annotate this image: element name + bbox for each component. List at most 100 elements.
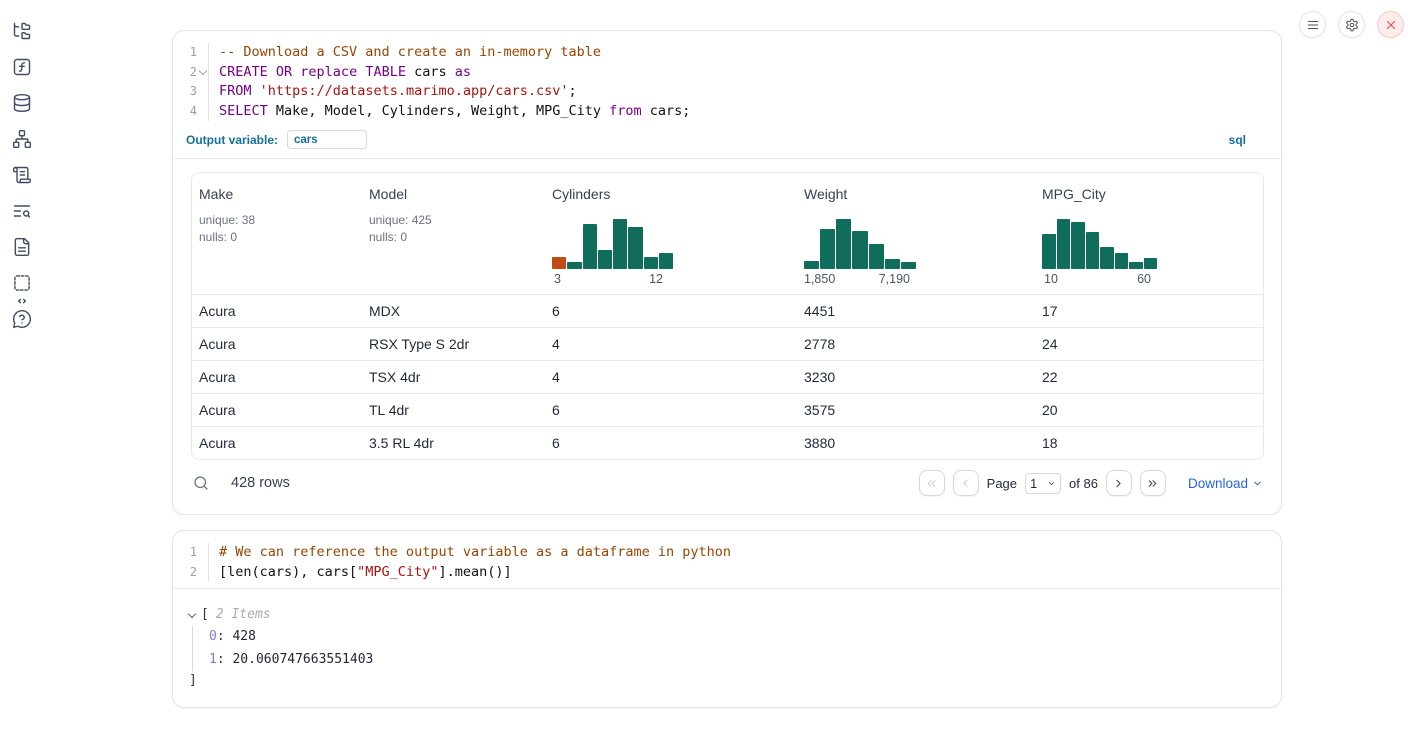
sql-cell: 1-- Download a CSV and create an in-memo… xyxy=(172,30,1282,515)
chevrons-right-icon xyxy=(1146,477,1159,490)
table-cell: 3880 xyxy=(797,435,1035,451)
last-page-button[interactable] xyxy=(1140,470,1166,496)
column-header-weight[interactable]: Weight 1,850 7,190 xyxy=(797,173,1035,294)
menu-icon xyxy=(1306,18,1320,32)
collapse-toggle-icon[interactable] xyxy=(188,609,196,617)
histogram-bar xyxy=(613,219,627,269)
code-line: 3FROM 'https://datasets.marimo.app/cars.… xyxy=(173,82,1281,102)
table-footer: 428 rows Page 1 of 86 xyxy=(191,468,1264,498)
table-cell: 22 xyxy=(1035,369,1263,385)
histogram-bar xyxy=(644,257,658,269)
histogram-bar xyxy=(1129,262,1143,269)
histogram-bar xyxy=(583,224,597,269)
column-header-model[interactable]: Model unique: 425 nulls: 0 xyxy=(362,173,545,294)
table-cell: 3575 xyxy=(797,402,1035,418)
functions-icon[interactable] xyxy=(12,57,32,77)
model-unique-stat: unique: 425 xyxy=(369,212,537,229)
search-icon[interactable] xyxy=(192,474,210,492)
settings-button[interactable] xyxy=(1338,11,1365,38)
first-page-button[interactable] xyxy=(919,470,945,496)
histogram-bar xyxy=(1100,247,1114,269)
table-cell: 4 xyxy=(545,336,797,352)
datasources-icon[interactable] xyxy=(12,93,32,113)
file-explorer-icon[interactable] xyxy=(12,21,32,41)
histogram-bar xyxy=(820,229,835,269)
table-cell: RSX Type S 2dr xyxy=(362,336,545,352)
cylinders-histogram: 3 12 xyxy=(552,217,673,286)
page-label: Page xyxy=(987,476,1017,491)
histogram-bar xyxy=(1057,219,1071,269)
line-number: 4 xyxy=(173,102,209,122)
topbar xyxy=(1299,11,1404,38)
table-of-contents-icon[interactable] xyxy=(12,201,32,221)
table-cell: TL 4dr xyxy=(362,402,545,418)
column-header-cylinders[interactable]: Cylinders 3 12 xyxy=(545,173,797,294)
dependency-graph-icon[interactable] xyxy=(12,129,32,149)
table-cell: Acura xyxy=(192,303,362,319)
table-row: AcuraMDX6445117 xyxy=(192,294,1263,327)
close-bracket: ] xyxy=(189,671,1263,691)
table-cell: 4451 xyxy=(797,303,1035,319)
line-number: 3 xyxy=(173,82,209,102)
gear-icon xyxy=(1345,18,1359,32)
data-table: Make unique: 38 nulls: 0 Model unique: 4… xyxy=(191,172,1264,460)
make-nulls-stat: nulls: 0 xyxy=(199,229,354,246)
logs-icon[interactable] xyxy=(12,165,32,185)
table-cell: 24 xyxy=(1035,336,1263,352)
line-number: 2 xyxy=(173,563,209,583)
table-body: AcuraMDX6445117AcuraRSX Type S 2dr427782… xyxy=(192,294,1263,459)
table-cell: 2778 xyxy=(797,336,1035,352)
download-button[interactable]: Download xyxy=(1188,476,1263,491)
histogram-bar xyxy=(552,257,566,269)
fold-toggle-icon[interactable] xyxy=(198,67,206,75)
model-nulls-stat: nulls: 0 xyxy=(369,229,537,246)
weight-histogram: 1,850 7,190 xyxy=(804,217,916,286)
language-badge: sql xyxy=(1229,133,1246,147)
chevron-left-icon xyxy=(959,477,972,490)
documentation-icon[interactable] xyxy=(12,237,32,257)
previous-page-button[interactable] xyxy=(953,470,979,496)
shutdown-button[interactable] xyxy=(1377,11,1404,38)
chevron-right-icon xyxy=(1112,477,1125,490)
menu-button[interactable] xyxy=(1299,11,1326,38)
histogram-bar xyxy=(659,253,673,269)
python-code-editor[interactable]: 1# We can reference the output variable … xyxy=(173,531,1281,588)
table-cell: 6 xyxy=(545,435,797,451)
output-variable-input[interactable] xyxy=(287,130,367,149)
histogram-bar xyxy=(804,261,819,269)
next-page-button[interactable] xyxy=(1106,470,1132,496)
histogram-bar xyxy=(1071,222,1085,269)
table-cell: 18 xyxy=(1035,435,1263,451)
histogram-bar xyxy=(885,259,900,269)
table-cell: Acura xyxy=(192,336,362,352)
snippets-icon[interactable] xyxy=(12,273,32,293)
chevrons-left-icon xyxy=(925,477,938,490)
table-cell: Acura xyxy=(192,369,362,385)
total-pages-label: of 86 xyxy=(1069,476,1098,491)
table-header: Make unique: 38 nulls: 0 Model unique: 4… xyxy=(192,173,1263,294)
list-item: 1: 20.060747663551403 xyxy=(209,649,1263,672)
items-count-label: 2 Items xyxy=(216,604,271,626)
table-row: AcuraRSX Type S 2dr4277824 xyxy=(192,327,1263,360)
column-header-make[interactable]: Make unique: 38 nulls: 0 xyxy=(192,173,362,294)
chevron-down-icon xyxy=(1047,479,1056,488)
table-cell: 6 xyxy=(545,402,797,418)
make-unique-stat: unique: 38 xyxy=(199,212,354,229)
histogram-bar xyxy=(901,262,916,269)
output-variable-label: Output variable: xyxy=(186,133,278,147)
help-chat-icon[interactable] xyxy=(12,309,32,329)
histogram-bar xyxy=(1042,234,1056,269)
sql-cell-meta-row: Output variable: sql xyxy=(173,127,1281,158)
code-line: 1# We can reference the output variable … xyxy=(173,543,1281,563)
python-cell: 1# We can reference the output variable … xyxy=(172,530,1282,708)
page-select[interactable]: 1 xyxy=(1025,473,1061,494)
mpg-city-histogram: 10 60 xyxy=(1042,217,1157,286)
table-row: Acura3.5 RL 4dr6388018 xyxy=(192,426,1263,459)
table-cell: TSX 4dr xyxy=(362,369,545,385)
table-cell: 3230 xyxy=(797,369,1035,385)
column-header-mpg-city[interactable]: MPG_City 10 60 xyxy=(1035,173,1263,294)
table-cell: Acura xyxy=(192,435,362,451)
histogram-bar xyxy=(1086,232,1100,269)
sql-code-editor[interactable]: 1-- Download a CSV and create an in-memo… xyxy=(173,31,1281,127)
code-line: 4SELECT Make, Model, Cylinders, Weight, … xyxy=(173,102,1281,122)
